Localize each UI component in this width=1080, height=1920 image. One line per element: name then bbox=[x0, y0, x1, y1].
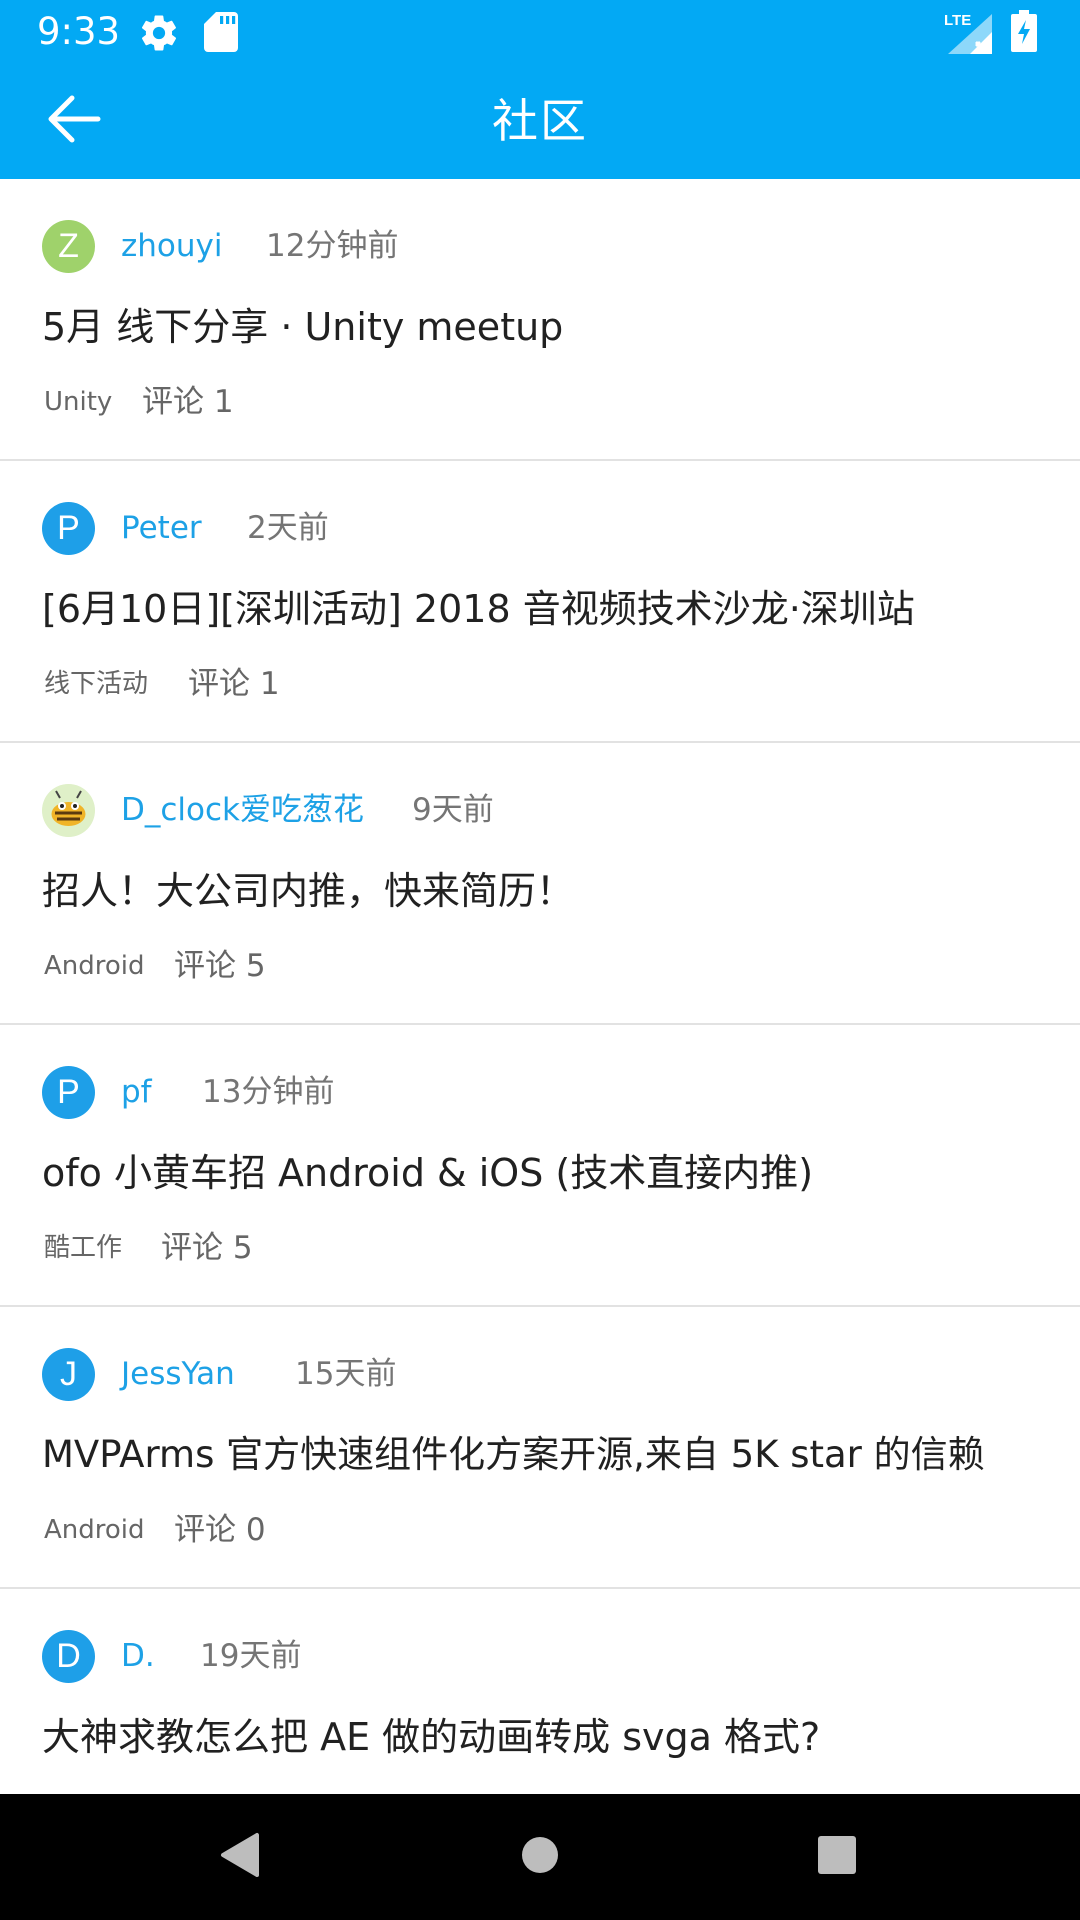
post-title[interactable]: 大神求教怎么把 AE 做的动画转成 svga 格式? bbox=[42, 1711, 820, 1763]
post-category[interactable]: 线下活动 bbox=[44, 664, 148, 704]
avatar[interactable]: P bbox=[42, 502, 95, 555]
post-item[interactable]: D D. 19天前 大神求教怎么把 AE 做的动画转成 svga 格式? bbox=[0, 1589, 1080, 1794]
username[interactable]: JessYan bbox=[121, 1352, 235, 1396]
post-category[interactable]: Unity bbox=[44, 382, 112, 422]
username[interactable]: Peter bbox=[121, 506, 202, 550]
sd-card-icon bbox=[204, 12, 238, 56]
home-circle-icon bbox=[520, 1835, 560, 1879]
post-item[interactable]: Z zhouyi 12分钟前 5月 线下分享 · Unity meetup Un… bbox=[0, 179, 1080, 461]
nav-back-button[interactable] bbox=[200, 1817, 280, 1897]
post-title[interactable]: ofo 小黄车招 Android & iOS (技术直接内推) bbox=[42, 1147, 813, 1199]
app-bar: 社区 bbox=[0, 63, 1080, 179]
post-item[interactable]: P pf 13分钟前 ofo 小黄车招 Android & iOS (技术直接内… bbox=[0, 1025, 1080, 1307]
post-item[interactable]: P Peter 2天前 [6月10日][深圳活动] 2018 音视频技术沙龙·深… bbox=[0, 461, 1080, 743]
post-category[interactable]: 酷工作 bbox=[44, 1228, 122, 1268]
bee-avatar-icon bbox=[42, 784, 95, 837]
avatar[interactable]: P bbox=[42, 1066, 95, 1119]
recents-square-icon bbox=[817, 1835, 857, 1879]
nav-recents-button[interactable] bbox=[797, 1817, 877, 1897]
system-nav-bar bbox=[0, 1794, 1080, 1920]
status-bar: 9:33 LTE bbox=[0, 0, 1080, 63]
post-time: 13分钟前 bbox=[202, 1074, 335, 1110]
post-time: 15天前 bbox=[295, 1356, 397, 1392]
post-title[interactable]: [6月10日][深圳活动] 2018 音视频技术沙龙·深圳站 bbox=[42, 583, 915, 635]
comment-count: 评论 5 bbox=[161, 1230, 253, 1266]
username[interactable]: D_clock爱吃葱花 bbox=[121, 788, 364, 832]
nav-home-button[interactable] bbox=[500, 1817, 580, 1897]
post-item[interactable]: D_clock爱吃葱花 9天前 招人！大公司内推，快来简历！ Android 评… bbox=[0, 743, 1080, 1025]
post-category[interactable]: Android bbox=[44, 1510, 145, 1550]
post-title[interactable]: 招人！大公司内推，快来简历！ bbox=[42, 865, 574, 917]
post-item[interactable]: J JessYan 15天前 MVPArms 官方快速组件化方案开源,来自 5K… bbox=[0, 1307, 1080, 1589]
post-title[interactable]: MVPArms 官方快速组件化方案开源,来自 5K star 的信赖 bbox=[42, 1429, 985, 1481]
post-category[interactable]: Android bbox=[44, 946, 145, 986]
avatar[interactable]: Z bbox=[42, 220, 95, 273]
comment-count: 评论 5 bbox=[174, 948, 266, 984]
username[interactable]: D. bbox=[121, 1634, 155, 1678]
username[interactable]: zhouyi bbox=[121, 224, 223, 268]
comment-count: 评论 1 bbox=[188, 666, 280, 702]
battery-charging-icon bbox=[1011, 10, 1037, 56]
post-title[interactable]: 5月 线下分享 · Unity meetup bbox=[42, 301, 563, 353]
post-time: 19天前 bbox=[200, 1638, 302, 1674]
page-title: 社区 bbox=[492, 94, 588, 148]
gear-icon bbox=[138, 12, 180, 58]
comment-count: 评论 1 bbox=[142, 384, 234, 420]
avatar[interactable] bbox=[42, 784, 95, 837]
signal-icon bbox=[948, 14, 992, 58]
post-time: 12分钟前 bbox=[266, 228, 399, 264]
avatar[interactable]: D bbox=[42, 1630, 95, 1683]
username[interactable]: pf bbox=[121, 1070, 152, 1114]
post-time: 2天前 bbox=[247, 510, 329, 546]
comment-count: 评论 0 bbox=[174, 1512, 266, 1548]
post-list[interactable]: Z zhouyi 12分钟前 5月 线下分享 · Unity meetup Un… bbox=[0, 179, 1080, 1794]
back-triangle-icon bbox=[219, 1832, 261, 1882]
status-time: 9:33 bbox=[37, 10, 121, 53]
avatar[interactable]: J bbox=[42, 1348, 95, 1401]
post-time: 9天前 bbox=[412, 792, 494, 828]
